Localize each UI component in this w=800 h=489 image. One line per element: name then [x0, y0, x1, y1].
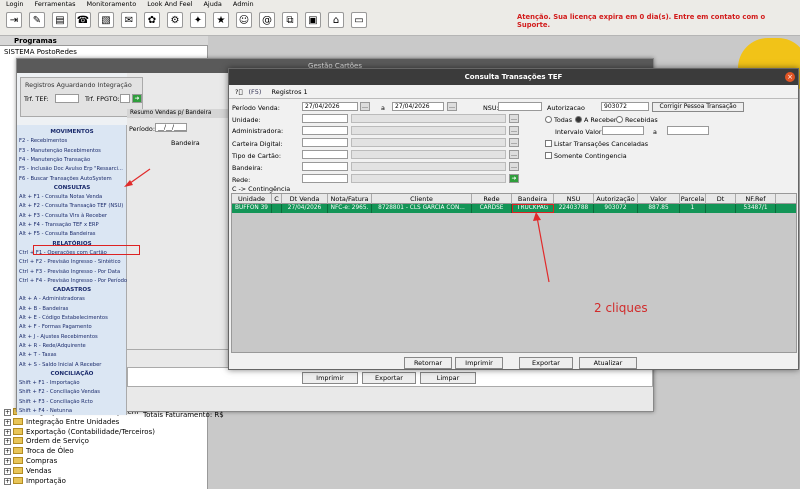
annotation-arrows	[124, 168, 550, 283]
